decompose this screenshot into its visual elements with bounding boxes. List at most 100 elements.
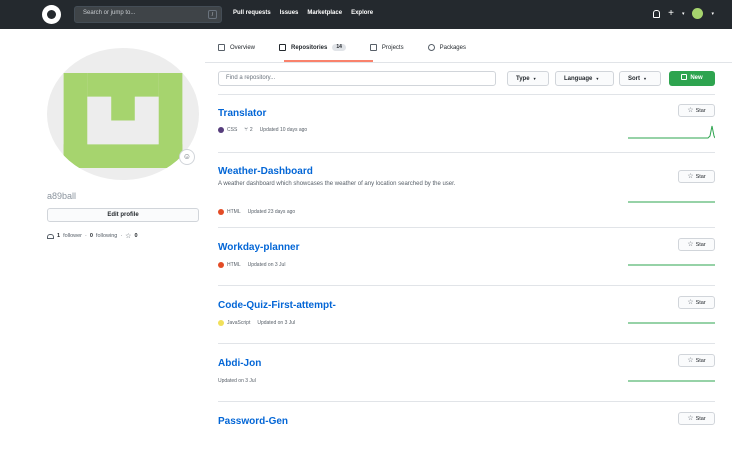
star-label: Star [695,108,706,114]
repo-name-link[interactable]: Translator [218,108,266,119]
star-icon: ☆ [687,357,694,364]
new-label: New [690,75,703,81]
nav-pull-requests[interactable]: Pull requests [233,10,271,16]
tab-label: Overview [230,44,256,51]
tab-label: Projects [381,44,404,51]
repo-item: Weather-Dashboard A weather dashboard wh… [218,166,715,216]
star-button[interactable]: ☆ Star [678,354,715,367]
tab-overview[interactable]: Overview [218,44,255,51]
nav-marketplace[interactable]: Marketplace [307,10,342,16]
separator: · [85,233,87,239]
sort-dropdown[interactable]: Sort ▾ [619,71,661,86]
follow-stats: 1 follower · 0 following · ☆ 0 [47,232,138,240]
repo-language: CSS [218,127,237,133]
chevron-down-icon: ▾ [596,76,599,81]
repo-name-link[interactable]: Code-Quiz-First-attempt- [218,300,336,311]
identicon-image [63,73,183,168]
nav-explore[interactable]: Explore [351,10,373,16]
new-repository-button[interactable]: New [669,71,715,86]
global-header: Search or jump to... / Pull requests Iss… [0,0,732,29]
repo-name-link[interactable]: Abdi-Jon [218,358,261,369]
star-button[interactable]: ☆ Star [678,238,715,251]
repo-updated: Updated 10 days ago [259,127,308,133]
book-icon [218,44,225,51]
star-icon: ☆ [687,241,694,248]
bell-icon[interactable] [653,9,661,18]
tab-packages[interactable]: Packages [427,44,466,51]
find-repository-input[interactable]: Find a repository... [218,71,496,86]
package-icon [427,44,435,51]
language-label: HTML [227,262,241,268]
header-actions: + ▾ ▾ [653,8,714,19]
activity-sparkline [628,201,715,203]
star-label: Star [695,174,706,180]
followers-label[interactable]: follower [63,233,82,239]
chevron-down-icon: ▾ [533,76,536,81]
star-button[interactable]: ☆ Star [678,412,715,425]
profile-tabs: Overview Repositories 14 Projects Packag… [218,44,466,51]
star-button[interactable]: ☆ Star [678,104,715,117]
project-icon [369,44,377,51]
repo-meta: CSS ⑂ 2 Updated 10 days ago [218,127,307,133]
repo-language: JavaScript [218,320,250,326]
tab-label: Repositories [291,44,328,51]
repo-plus-icon [681,74,688,80]
repo-meta: HTML Updated 23 days ago [218,209,295,215]
repo-item: Workday-planner HTML Updated on 3 Jul ☆ S… [218,238,715,272]
plus-icon[interactable]: + [668,8,674,19]
profile-username: a89ball [47,191,77,201]
tabs-divider [205,62,732,63]
star-button[interactable]: ☆ Star [678,296,715,309]
repo-updated: Updated on 3 Jul [218,378,256,384]
tab-repositories[interactable]: Repositories 14 [279,44,346,51]
header-nav: Pull requests Issues Marketplace Explore [233,10,373,16]
language-dropdown[interactable]: Language ▾ [555,71,614,86]
divider [218,343,715,344]
repo-language: HTML [218,262,241,268]
followers-count[interactable]: 1 [57,233,60,239]
chevron-down-icon[interactable]: ▾ [711,11,714,17]
repo-name-link[interactable]: Password-Gen [218,416,288,427]
star-label: Star [695,358,706,364]
divider [218,285,715,286]
type-dropdown[interactable]: Type ▾ [507,71,549,86]
activity-sparkline [628,264,715,266]
following-count[interactable]: 0 [90,233,93,239]
user-avatar-menu[interactable] [692,8,704,19]
repo-meta: JavaScript Updated on 3 Jul [218,320,295,326]
star-label: Star [695,242,706,248]
smiley-icon[interactable]: ☺ [179,149,195,165]
find-placeholder: Find a repository... [226,75,276,81]
nav-issues[interactable]: Issues [280,10,299,16]
sort-label: Sort [628,76,640,82]
divider [218,401,715,402]
language-color-dot [218,209,224,215]
type-label: Type [516,76,530,82]
search-input[interactable]: Search or jump to... / [74,6,222,23]
profile-avatar[interactable] [47,48,199,180]
star-button[interactable]: ☆ Star [678,170,715,183]
following-label[interactable]: following [96,233,117,239]
repo-forks[interactable]: ⑂ 2 [244,127,252,133]
people-icon [47,233,54,239]
repo-name-link[interactable]: Weather-Dashboard [218,166,313,177]
repo-count-badge: 14 [332,44,346,51]
repo-item: Password-Gen ☆ Star [218,412,715,436]
language-color-dot [218,320,224,326]
divider [218,152,715,153]
repo-name-link[interactable]: Workday-planner [218,242,300,253]
repo-item: Translator CSS ⑂ 2 Updated 10 days ago ☆… [218,104,715,148]
repo-meta: HTML Updated on 3 Jul [218,262,285,268]
divider [218,227,715,228]
stars-count[interactable]: 0 [134,233,137,239]
star-icon: ☆ [687,415,694,422]
edit-profile-button[interactable]: Edit profile [47,208,199,222]
tab-label: Packages [439,44,466,51]
forks-count: 2 [249,127,253,133]
language-label: CSS [227,127,238,133]
chevron-down-icon: ▾ [644,76,647,81]
github-logo-icon[interactable] [42,5,61,24]
divider [218,94,715,95]
tab-projects[interactable]: Projects [369,44,404,51]
chevron-down-icon[interactable]: ▾ [682,11,685,17]
